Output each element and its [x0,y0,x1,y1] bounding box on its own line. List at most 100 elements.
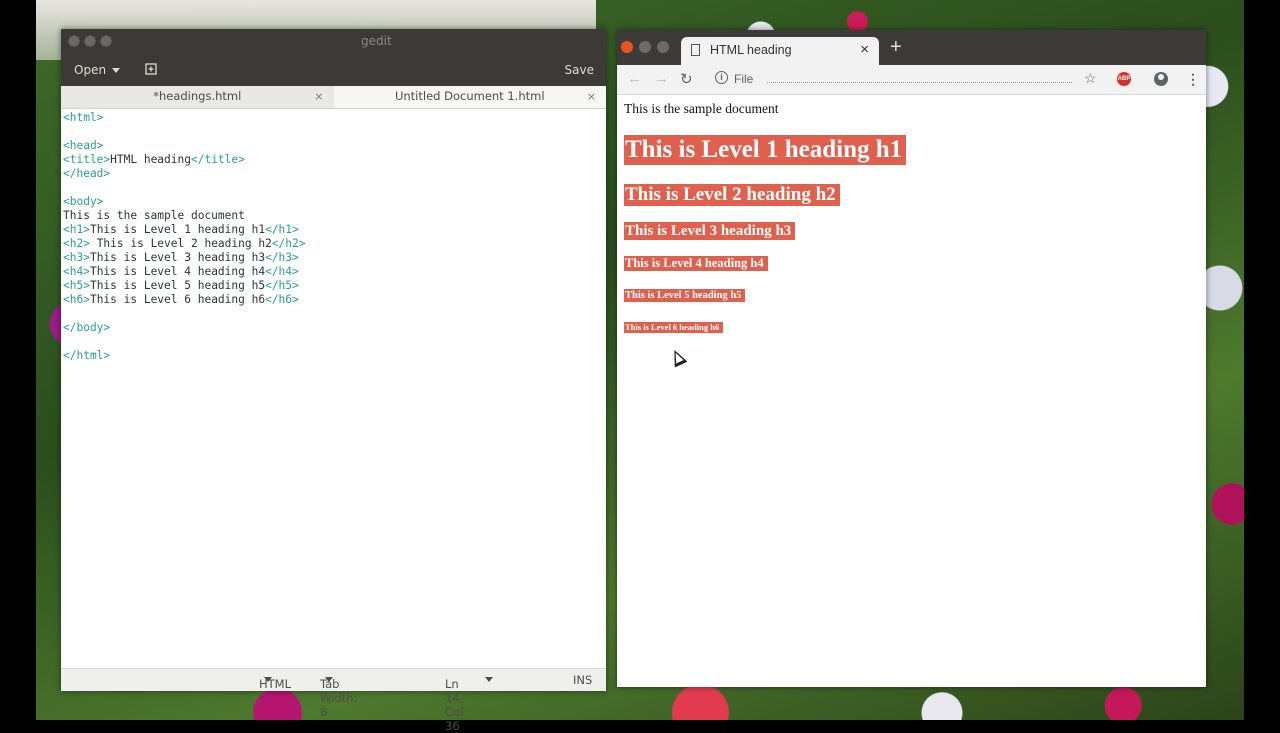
gedit-headerbar: gedit Open Save [61,29,606,86]
code-tag: </body> [63,321,111,334]
heading-h3: This is Level 3 heading h3 [624,222,796,240]
code-close-tag: </h3> [265,251,299,264]
heading-h5: This is Level 5 heading h5 [624,289,746,302]
code-tag: <head> [63,139,104,152]
code-tag: <title> [63,153,111,166]
web-page-content: This is the sample document This is Leve… [617,95,1206,687]
code-close-tag: </title> [190,153,245,166]
code-text: This is Level 1 heading h1 [89,223,266,236]
browser-tab[interactable]: HTML heading × [681,37,879,65]
close-window-button[interactable] [68,35,80,47]
forward-arrow-icon[interactable]: → [654,70,669,87]
code-tag: <html> [63,111,104,124]
code-line: <html> [63,111,608,125]
chevron-down-icon [325,677,333,682]
code-text: HTML heading [110,153,191,166]
code-line: <h1>This is Level 1 heading h1</h1> [63,223,608,237]
window-controls [621,41,669,53]
code-close-tag: </h4> [265,265,299,278]
code-line: <h5>This is Level 5 heading h5</h5> [63,279,608,293]
gedit-window: gedit Open Save *headings.html × Untitle… [61,29,608,733]
code-line: <h6>This is Level 6 heading h6</h6> [63,293,608,307]
code-text: This is Level 3 heading h3 [89,251,266,264]
chevron-down-icon [264,677,272,682]
close-window-button[interactable] [621,41,633,53]
page-icon [691,44,700,56]
close-tab-button[interactable]: × [587,86,596,107]
heading-h1: This is Level 1 heading h1 [624,135,907,165]
code-line: <body> [63,195,608,209]
browser-tab-title: HTML heading [710,43,792,57]
heading-h2: This is Level 2 heading h2 [624,184,840,206]
tab-headings-html[interactable]: *headings.html × [61,86,334,108]
new-tab-button[interactable]: + [890,36,902,59]
browser-window: HTML heading × + ← → ↻ i File ☆ ABP ⋮ Th… [617,30,1206,687]
code-text: This is Level 2 heading h2 [89,237,272,250]
tab-label: *headings.html [153,89,242,103]
code-tag: <h3> [63,251,90,264]
save-button[interactable]: Save [565,63,594,77]
code-line: <title>HTML heading</title> [63,153,608,167]
info-icon[interactable]: i [715,71,728,84]
open-button-label: Open [74,63,107,77]
code-text: This is Level 5 heading h5 [89,279,266,292]
maximize-window-button[interactable] [100,35,112,47]
minimize-window-button[interactable] [84,35,96,47]
adblock-icon[interactable]: ABP [1117,72,1131,86]
code-close-tag: </h1> [265,223,299,236]
browser-toolbar: ← → ↻ i File ☆ ABP ⋮ [617,65,1206,95]
cursor-position-label: Ln 14, Col 36 [445,677,464,733]
tab-label: Untitled Document 1.html [394,89,545,103]
code-line: </body> [63,321,608,335]
maximize-window-button[interactable] [657,41,669,53]
heading-h4: This is Level 4 heading h4 [624,256,768,271]
code-editor[interactable]: <html> <head> <title>HTML heading</title> <… [61,109,608,671]
code-tag: </html> [63,349,111,362]
code-line: <h4>This is Level 4 heading h4</h4> [63,265,608,279]
code-tag: <h6> [63,293,90,306]
menu-icon[interactable]: ⋮ [1186,71,1200,88]
code-tag: <h2> [63,237,90,250]
minimize-window-button[interactable] [639,41,651,53]
code-line: This is the sample document [63,209,608,223]
code-text: This is Level 4 heading h4 [89,265,266,278]
account-icon[interactable] [1154,72,1168,86]
document-tabs: *headings.html × Untitled Document 1.htm… [61,86,606,109]
code-line: </html> [63,349,608,363]
open-button[interactable]: Open [74,63,121,77]
chevron-down-icon [485,677,493,682]
code-close-tag: </h6> [265,293,299,306]
insert-mode: INS [573,673,593,687]
heading-h6: This is Level 6 heading h6 [624,322,724,333]
chevron-down-icon [112,67,121,73]
tab-untitled-document[interactable]: Untitled Document 1.html × [333,86,606,108]
status-bar: HTML Tab Width: 8 Ln 14, Col 36 INS [61,668,606,733]
browser-tab-strip: HTML heading × + [617,30,1206,65]
close-tab-button[interactable]: × [860,41,869,58]
back-arrow-icon[interactable]: ← [627,70,642,87]
code-line: <h2> This is Level 2 heading h2</h2> [63,237,608,251]
code-tag: <h5> [63,279,90,292]
code-text: This is Level 6 heading h6 [89,293,266,306]
star-icon[interactable]: ☆ [1084,70,1097,87]
code-line: </head> [63,167,608,181]
code-text: This is the sample document [63,209,245,222]
close-tab-button[interactable]: × [314,86,323,107]
code-tag: <h4> [63,265,90,278]
app-title: gedit [361,34,392,48]
code-tag: </head> [63,167,111,180]
window-controls [68,35,112,47]
tab-width-label: Tab Width: 8 [320,677,358,719]
reload-icon[interactable]: ↻ [680,70,693,88]
address-bar[interactable] [767,82,1072,83]
new-document-icon[interactable] [145,63,157,75]
code-tag: <h1> [63,223,90,236]
code-close-tag: </h2> [271,237,306,250]
code-line: <head> [63,139,608,153]
omnibox-scheme[interactable]: File [734,72,753,86]
code-close-tag: </h5> [265,279,299,292]
